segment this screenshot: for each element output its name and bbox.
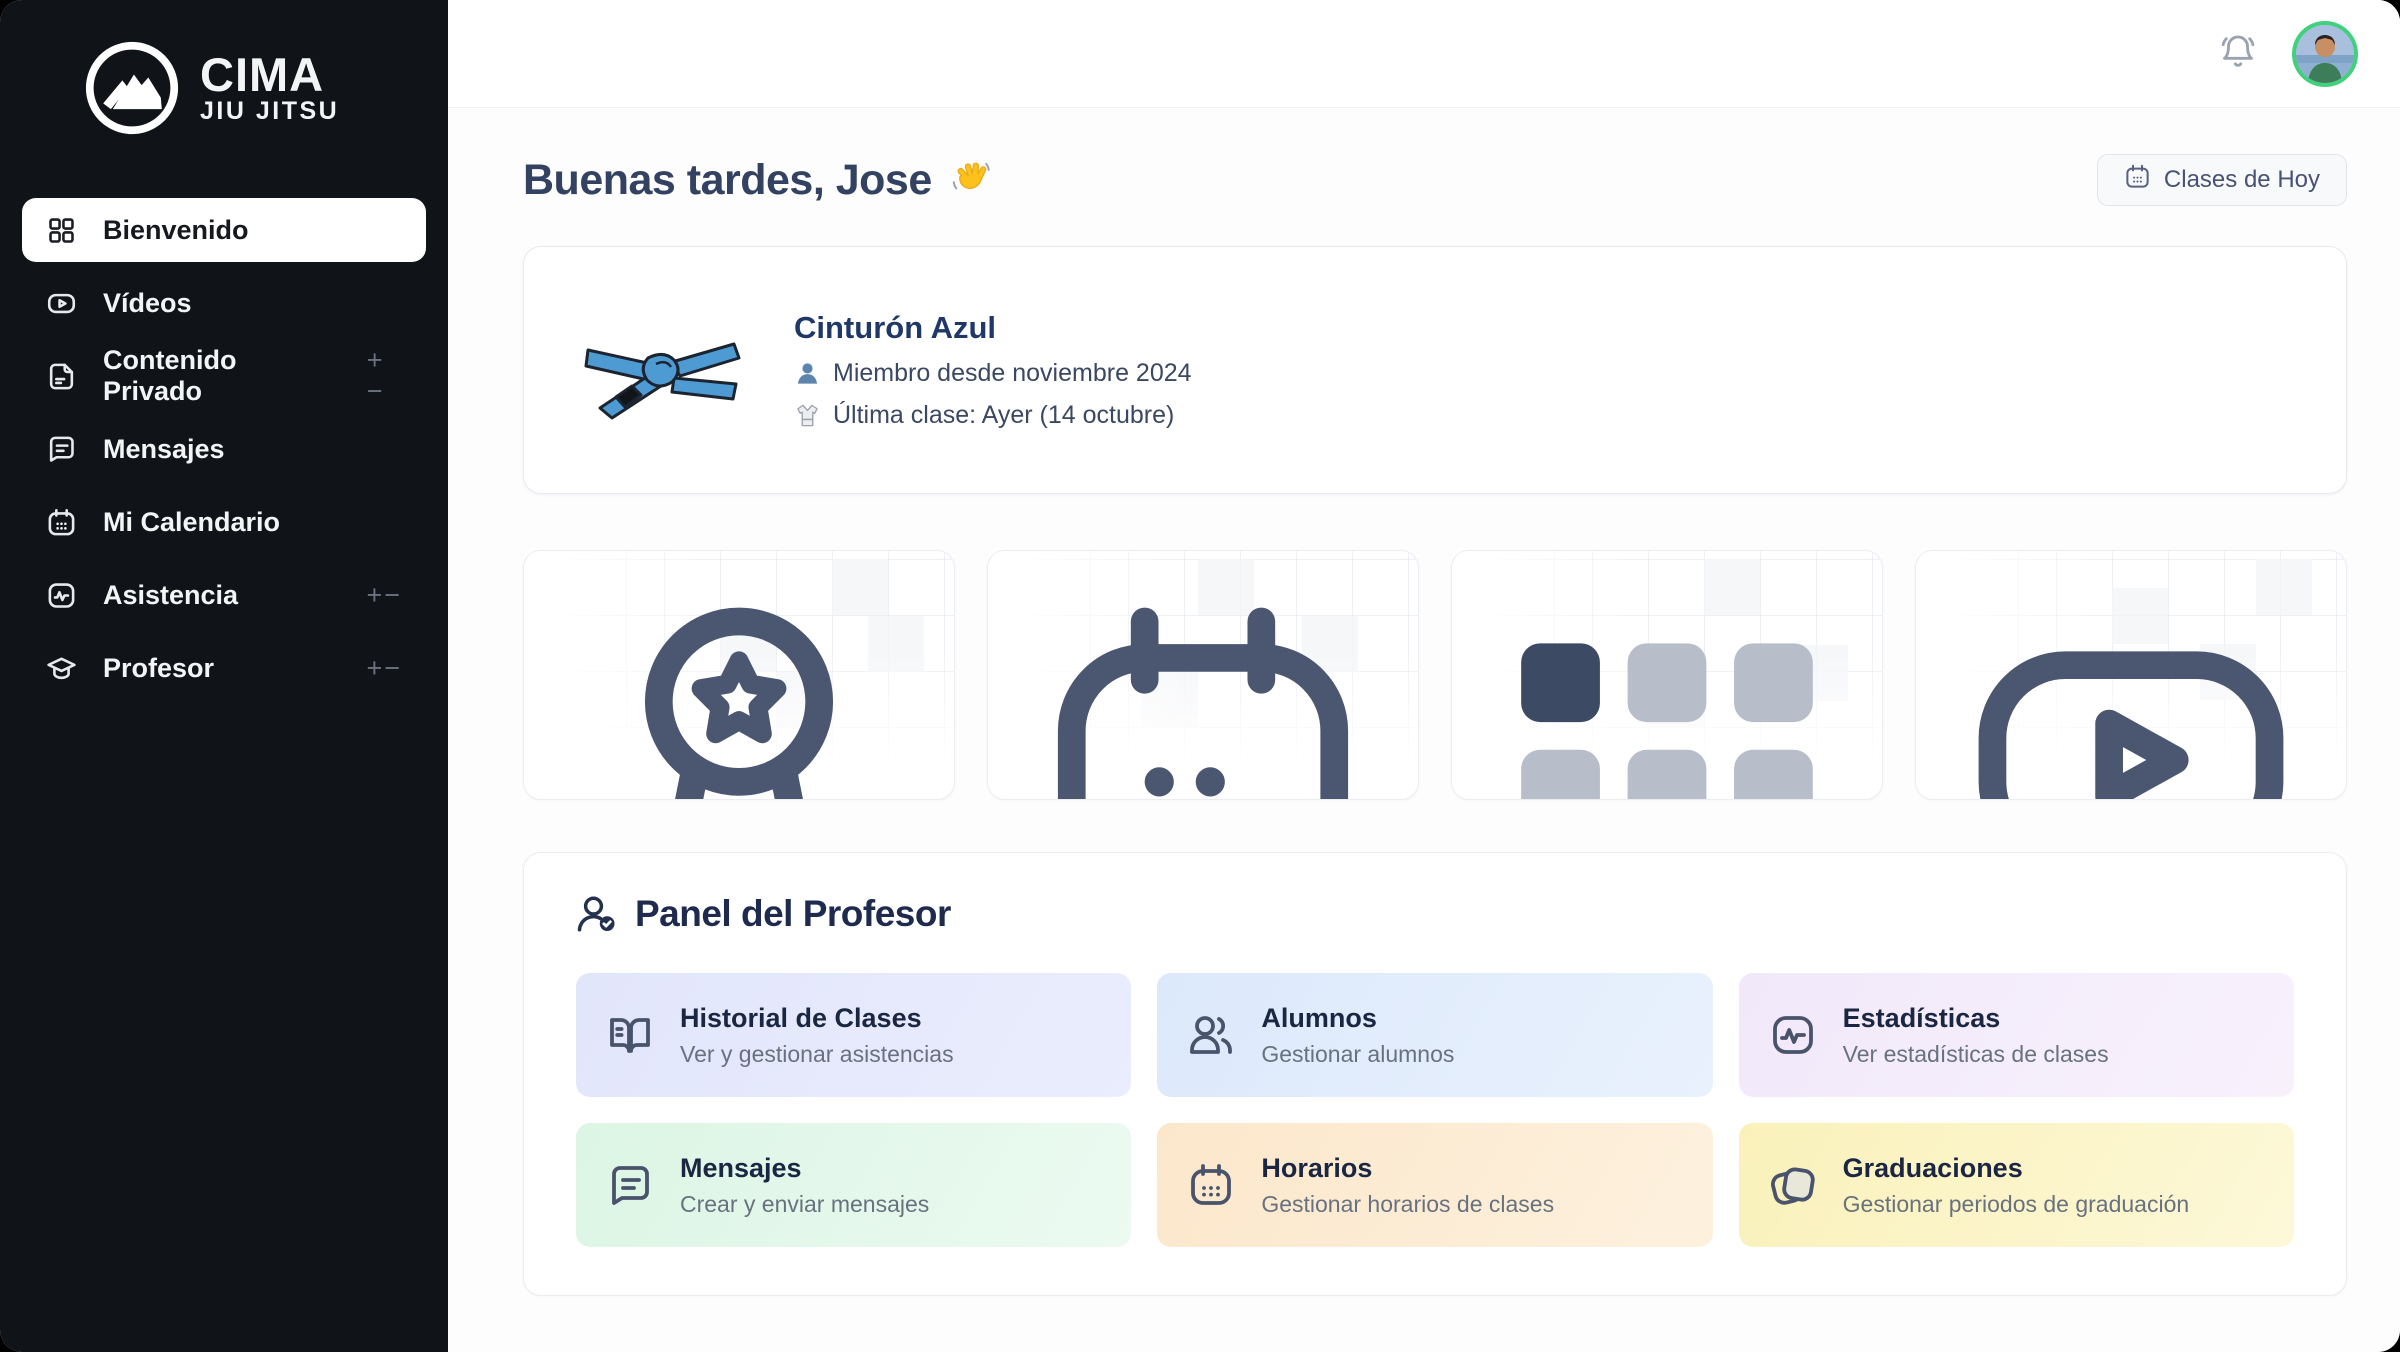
action-card-title: Historial de Clases <box>680 1003 954 1034</box>
stat-card-dias-seguidos: 6 Días seguidos <box>1451 550 1883 800</box>
action-card-title: Graduaciones <box>1843 1153 2190 1184</box>
dashboard-content: Buenas tardes, Jose <box>448 108 2400 1296</box>
users-icon <box>1187 1011 1235 1059</box>
stat-card-clases-mes: 15 Clases este mes <box>523 550 955 800</box>
calendar-icon <box>46 507 77 538</box>
last-class-text: Última clase: Ayer (14 octubre) <box>833 401 1174 430</box>
sidebar-item-label: Contenido Privado <box>103 345 341 407</box>
today-classes-label: Clases de Hoy <box>2164 166 2320 194</box>
action-card-subtitle: Gestionar horarios de clases <box>1261 1191 1554 1218</box>
activity-square-icon <box>1769 1011 1817 1059</box>
belts-overlap-icon <box>1769 1161 1817 1209</box>
main-area: Buenas tardes, Jose <box>448 0 2400 1352</box>
user-check-icon <box>576 893 618 935</box>
action-card-title: Estadísticas <box>1843 1003 2109 1034</box>
brand-subname: JIU JITSU <box>200 99 339 125</box>
user-avatar[interactable] <box>2296 25 2354 83</box>
today-classes-button[interactable]: Clases de Hoy <box>2097 154 2347 206</box>
action-card-mensajes[interactable]: Mensajes Crear y enviar mensajes <box>576 1123 1131 1247</box>
action-card-subtitle: Gestionar periodos de graduación <box>1843 1191 2190 1218</box>
video-icon <box>46 288 77 319</box>
expand-collapse-control[interactable]: +− <box>367 345 402 407</box>
graduation-cap-icon <box>46 653 77 684</box>
sidebar-item-label: Asistencia <box>103 580 238 611</box>
brand: CIMA JIU JITSU <box>0 0 448 136</box>
blue-belt-illustration <box>582 320 742 420</box>
message-icon <box>46 434 77 465</box>
action-card-title: Alumnos <box>1261 1003 1454 1034</box>
sidebar-item-mi-calendario[interactable]: Mi Calendario <box>22 490 426 554</box>
person-icon <box>794 360 821 387</box>
action-card-graduaciones[interactable]: Graduaciones Gestionar periodos de gradu… <box>1739 1123 2294 1247</box>
open-book-icon <box>606 1011 654 1059</box>
stat-card-clases-total: 59 Clases (desde 16 junio) <box>987 550 1419 800</box>
private-note-icon <box>46 361 77 392</box>
schedule-calendar-icon <box>1187 1161 1235 1209</box>
sidebar-item-label: Vídeos <box>103 288 192 319</box>
action-card-horarios[interactable]: Horarios Gestionar horarios de clases <box>1157 1123 1712 1247</box>
dashboard-grid-icon <box>46 215 77 246</box>
page-greeting: Buenas tardes, Jose <box>523 156 932 205</box>
sidebar-item-asistencia[interactable]: Asistencia +− <box>22 563 426 627</box>
member-since-text: Miembro desde noviembre 2024 <box>833 359 1192 388</box>
sidebar-item-label: Bienvenido <box>103 215 249 246</box>
expand-collapse-control[interactable]: +− <box>366 580 402 611</box>
app-window: CIMA JIU JITSU Bienvenido Vídeos <box>0 0 2400 1352</box>
sidebar-item-bienvenido[interactable]: Bienvenido <box>22 198 426 262</box>
action-card-alumnos[interactable]: Alumnos Gestionar alumnos <box>1157 973 1712 1097</box>
message-icon <box>606 1161 654 1209</box>
sidebar-nav: Bienvenido Vídeos Contenido Privado +− <box>0 198 448 700</box>
topbar <box>448 0 2400 108</box>
action-card-subtitle: Crear y enviar mensajes <box>680 1191 929 1218</box>
expand-collapse-control[interactable]: +− <box>366 653 402 684</box>
stats-row: 15 Clases este mes 59 Clases (desde 16 j… <box>523 550 2347 800</box>
notifications-button[interactable] <box>2216 32 2260 76</box>
sidebar-item-label: Profesor <box>103 653 214 684</box>
sidebar-item-contenido-privado[interactable]: Contenido Privado +− <box>22 344 426 408</box>
action-card-historial-clases[interactable]: Historial de Clases Ver y gestionar asis… <box>576 973 1131 1097</box>
belt-card: Cinturón Azul Miembro desde noviembre 20… <box>523 246 2347 494</box>
teacher-panel-grid: Historial de Clases Ver y gestionar asis… <box>576 973 2294 1247</box>
karate-gi-icon <box>794 402 821 429</box>
action-card-estadisticas[interactable]: Estadísticas Ver estadísticas de clases <box>1739 973 2294 1097</box>
sidebar-item-profesor[interactable]: Profesor +− <box>22 636 426 700</box>
action-card-subtitle: Ver estadísticas de clases <box>1843 1041 2109 1068</box>
mountain-circle-icon <box>84 40 180 136</box>
sidebar-item-videos[interactable]: Vídeos <box>22 271 426 335</box>
waving-hand-icon <box>948 158 992 202</box>
bell-icon <box>2219 33 2257 74</box>
action-card-subtitle: Ver y gestionar asistencias <box>680 1041 954 1068</box>
sidebar-item-mensajes[interactable]: Mensajes <box>22 417 426 481</box>
sidebar-item-label: Mi Calendario <box>103 507 280 538</box>
teacher-panel: Panel del Profesor Historial de Clases V… <box>523 852 2347 1296</box>
calendar-icon <box>2124 163 2151 197</box>
brand-name: CIMA <box>200 51 339 99</box>
sidebar: CIMA JIU JITSU Bienvenido Vídeos <box>0 0 448 1352</box>
action-card-subtitle: Gestionar alumnos <box>1261 1041 1454 1068</box>
belt-title: Cinturón Azul <box>794 310 1192 346</box>
stat-card-videos-total: 18 Vídeos en total <box>1915 550 2347 800</box>
activity-square-icon <box>46 580 77 611</box>
action-card-title: Horarios <box>1261 1153 1554 1184</box>
teacher-panel-title: Panel del Profesor <box>635 893 951 935</box>
sidebar-item-label: Mensajes <box>103 434 225 465</box>
action-card-title: Mensajes <box>680 1153 929 1184</box>
